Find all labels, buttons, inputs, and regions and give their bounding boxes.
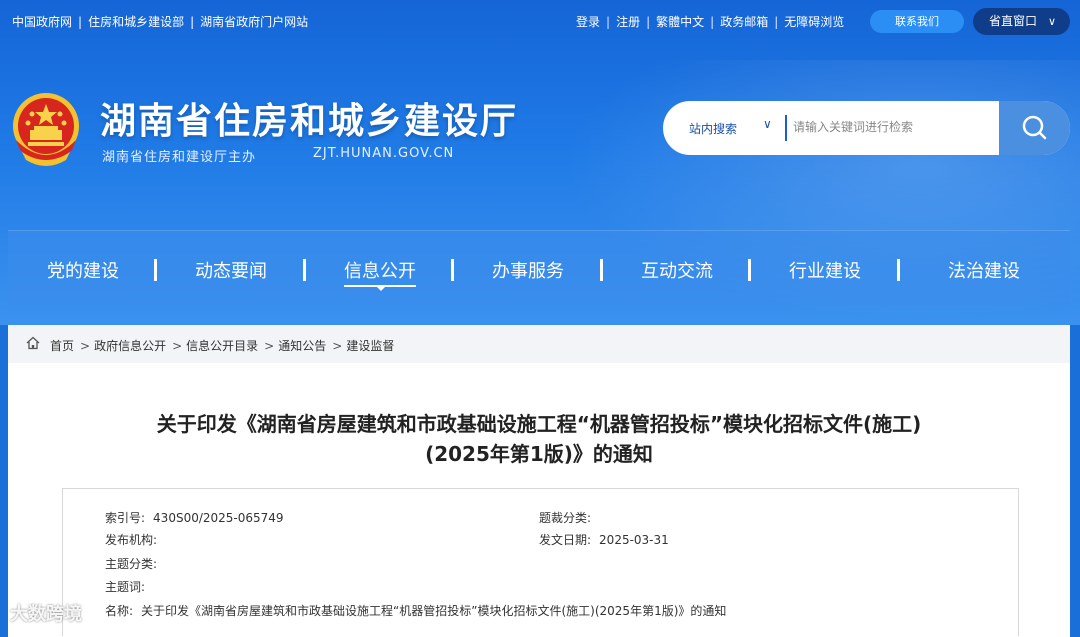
nav-rule-of-law[interactable]: 法治建设 — [948, 257, 1020, 283]
nav-industry[interactable]: 行业建设 — [789, 257, 861, 283]
meta-category: 题裁分类: — [539, 511, 592, 525]
breadcrumb-home[interactable]: 首页 — [50, 339, 74, 353]
search-button[interactable] — [999, 101, 1070, 155]
search-bar: 站内搜索 ∨ — [663, 101, 1070, 155]
article-title: 关于印发《湖南省房屋建筑和市政基础设施工程“机器管招投标”模块化招标文件(施工)… — [8, 409, 1070, 469]
watermark: 大数跨境 — [10, 604, 82, 625]
provincial-window-dropdown[interactable]: 省直窗口 ∨ — [973, 8, 1070, 35]
link-hunan-gov[interactable]: 湖南省政府门户网站 — [200, 15, 308, 29]
nav-info-disclosure[interactable]: 信息公开 — [344, 257, 416, 283]
traditional-chinese-link[interactable]: 繁體中文 — [656, 15, 704, 29]
breadcrumb-info-catalog[interactable]: 信息公开目录 — [186, 339, 258, 353]
meta-publisher: 发布机构: — [105, 533, 158, 547]
search-scope-select[interactable]: 站内搜索 — [689, 120, 737, 137]
accessibility-link[interactable]: 无障碍浏览 — [784, 15, 844, 29]
chevron-down-icon: ∨ — [1047, 15, 1056, 28]
nav-services[interactable]: 办事服务 — [492, 257, 564, 283]
main-nav: 党的建设 动态要闻 信息公开 办事服务 互动交流 行业建设 法治建设 — [8, 230, 1070, 306]
top-bar: 中国政府网 | 住房和城乡建设部 | 湖南省政府门户网站 登录 | 注册 | 繁體中文 | 政务邮箱… — [0, 0, 1080, 42]
meta-date: 发文日期: 2025-03-31 — [539, 533, 669, 547]
meta-date-value: 2025-03-31 — [599, 533, 669, 547]
nav-separator — [451, 259, 454, 281]
breadcrumb-construction-supervision[interactable]: 建设监督 — [346, 339, 394, 353]
breadcrumb-gov-info[interactable]: 政府信息公开 — [94, 339, 166, 353]
search-icon — [1022, 115, 1047, 140]
nav-separator — [600, 259, 603, 281]
link-gov-cn[interactable]: 中国政府网 — [12, 15, 72, 29]
article-content: 关于印发《湖南省房屋建筑和市政基础设施工程“机器管招投标”模块化招标文件(施工)… — [8, 363, 1070, 637]
meta-index-value: 430S00/2025-065749 — [153, 511, 284, 525]
login-link[interactable]: 登录 — [576, 15, 600, 29]
nav-interaction[interactable]: 互动交流 — [641, 257, 713, 283]
home-icon[interactable] — [26, 336, 40, 350]
site-domain: ZJT.HUNAN.GOV.CN — [313, 146, 455, 161]
article-title-line2: (2025年第1版)》的通知 — [425, 442, 653, 466]
nav-news[interactable]: 动态要闻 — [195, 257, 267, 283]
top-links-right: 登录 | 注册 | 繁體中文 | 政务邮箱 | 无障碍浏览 — [576, 15, 845, 29]
header-banner: 中国政府网 | 住房和城乡建设部 | 湖南省政府门户网站 登录 | 注册 | 繁體中文 | 政务邮箱… — [0, 0, 1080, 325]
top-links-left: 中国政府网 | 住房和城乡建设部 | 湖南省政府门户网站 — [12, 15, 309, 29]
article-meta-box: 索引号: 430S00/2025-065749 题裁分类: 发布机构: 发文日期:… — [62, 488, 1019, 636]
breadcrumb-notices[interactable]: 通知公告 — [278, 339, 326, 353]
contact-us-button[interactable]: 联系我们 — [870, 10, 964, 33]
search-divider — [785, 115, 787, 141]
meta-index: 索引号: 430S00/2025-065749 — [105, 511, 284, 525]
article-title-line1: 关于印发《湖南省房屋建筑和市政基础设施工程“机器管招投标”模块化招标文件(施工) — [156, 412, 922, 436]
meta-topic: 主题分类: — [105, 557, 158, 571]
meta-name: 名称: 关于印发《湖南省房屋建筑和市政基础设施工程“机器管招投标”模块化招标文件(… — [105, 604, 727, 618]
nav-separator — [897, 259, 900, 281]
meta-name-value: 关于印发《湖南省房屋建筑和市政基础设施工程“机器管招投标”模块化招标文件(施工)… — [141, 604, 727, 618]
provincial-window-label: 省直窗口 — [989, 14, 1038, 28]
breadcrumb: 首页 > 政府信息公开 > 信息公开目录 > 通知公告 > 建设监督 — [8, 325, 1070, 363]
meta-keywords: 主题词: — [105, 580, 146, 594]
register-link[interactable]: 注册 — [616, 15, 640, 29]
nav-active-caret — [377, 287, 385, 291]
nav-separator — [303, 259, 306, 281]
national-emblem-icon — [13, 93, 79, 166]
search-input[interactable] — [793, 113, 993, 141]
nav-separator — [154, 259, 157, 281]
link-mohurd[interactable]: 住房和城乡建设部 — [88, 15, 184, 29]
site-title[interactable]: 湖南省住房和城乡建设厅 — [100, 92, 518, 144]
chevron-down-icon[interactable]: ∨ — [763, 117, 772, 131]
nav-separator — [748, 259, 751, 281]
nav-party-building[interactable]: 党的建设 — [47, 257, 119, 283]
site-sponsor: 湖南省住房和建设厅主办 — [102, 150, 257, 165]
gov-mail-link[interactable]: 政务邮箱 — [720, 15, 768, 29]
